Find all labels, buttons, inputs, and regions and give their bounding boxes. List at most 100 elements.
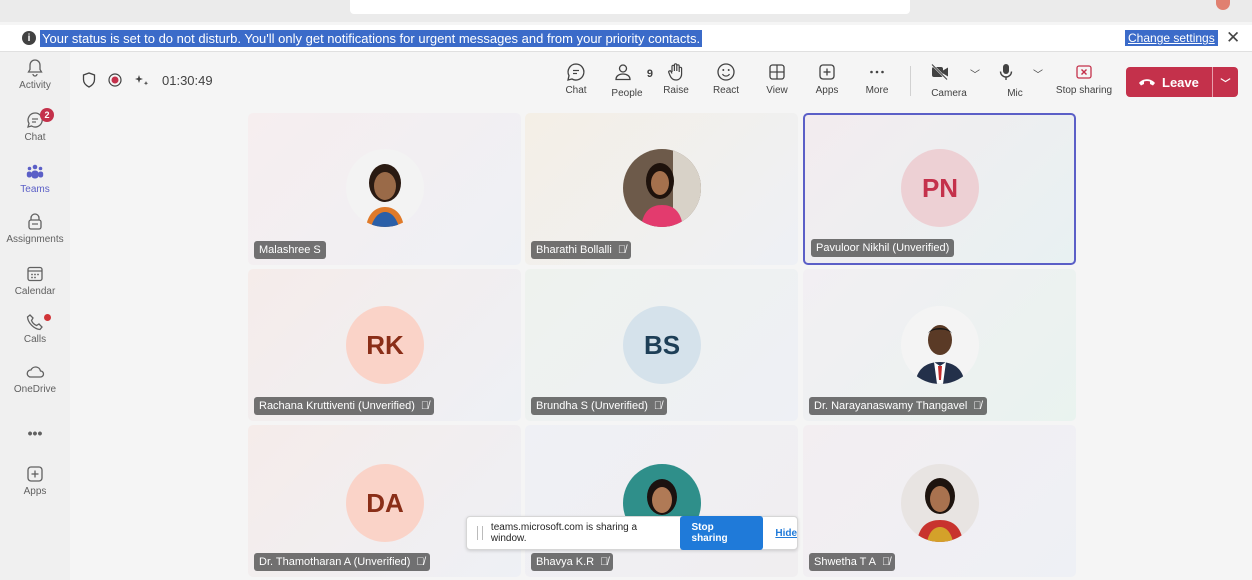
participant-photo xyxy=(901,464,979,542)
app-rail: Activity 2 Chat Teams Assignments Calend… xyxy=(0,52,70,580)
rail-item-assignments[interactable]: Assignments xyxy=(0,212,70,245)
stop-sharing-bar-button[interactable]: Stop sharing xyxy=(679,516,764,550)
more-button[interactable]: More xyxy=(851,62,903,96)
close-icon[interactable]: ✕ xyxy=(1226,28,1240,48)
rail-label: Apps xyxy=(23,486,47,497)
mic-muted-icon: 🎙̸ xyxy=(973,400,982,412)
meeting-timer: 01:30:49 xyxy=(162,72,213,88)
chat-button[interactable]: Chat xyxy=(550,62,602,96)
mic-muted-icon: 🎙̸ xyxy=(420,400,430,412)
rail-label: Chat xyxy=(24,132,46,143)
participant-tile[interactable]: DA Dr. Thamotharan A (Unverified) 🎙̸ xyxy=(248,425,521,577)
calls-notification-dot xyxy=(44,314,51,321)
mic-muted-icon: 🎙̸ xyxy=(617,244,627,256)
bell-icon xyxy=(27,59,43,77)
phone-icon xyxy=(26,314,43,331)
search-box[interactable] xyxy=(350,0,910,14)
participant-name-label: Brundha S (Unverified) 🎙̸ xyxy=(531,397,668,415)
participant-name: Bhavya K.R xyxy=(536,556,595,568)
react-button[interactable]: React xyxy=(700,62,752,96)
mic-muted-icon: 🎙̸ xyxy=(881,556,891,568)
rail-item-chat[interactable]: 2 Chat xyxy=(0,108,70,143)
rail-label: Teams xyxy=(20,184,50,195)
chat-label: Chat xyxy=(565,85,587,96)
participant-name: Shwetha T A xyxy=(814,556,876,568)
teams-icon xyxy=(26,164,44,179)
change-settings-link[interactable]: Change settings xyxy=(1125,30,1218,46)
effects-sparkle-icon[interactable] xyxy=(134,73,150,87)
sharing-message: teams.microsoft.com is sharing a window. xyxy=(490,522,638,544)
profile-avatar[interactable] xyxy=(1216,0,1230,10)
leave-label: Leave xyxy=(1162,74,1199,90)
chevron-down-icon[interactable]: ﹀ xyxy=(970,66,980,81)
rail-item-onedrive[interactable]: OneDrive xyxy=(0,362,70,395)
stop-sharing-button[interactable]: Stop sharing xyxy=(1054,62,1114,96)
leave-button[interactable]: Leave ﹀ xyxy=(1126,67,1238,97)
participant-photo xyxy=(901,306,979,384)
raise-label: Raise xyxy=(663,85,689,96)
rail-item-activity[interactable]: Activity xyxy=(0,58,70,91)
rail-label: Activity xyxy=(19,80,51,91)
participant-name-label: Dr. Thamotharan A (Unverified) 🎙̸ xyxy=(254,553,430,571)
rail-label: Calls xyxy=(23,334,47,345)
recording-icon[interactable] xyxy=(108,73,122,87)
shield-icon[interactable] xyxy=(82,72,96,88)
view-button[interactable]: View xyxy=(751,62,803,96)
apps-label: Apps xyxy=(815,85,839,96)
more-apps-button[interactable]: ••• xyxy=(0,425,70,441)
plus-box-icon xyxy=(819,64,835,80)
cloud-icon xyxy=(26,366,45,378)
camera-button[interactable]: ﹀ Camera xyxy=(918,62,980,99)
participant-name: Bharathi Bollalli xyxy=(536,244,612,256)
participant-name: Rachana Kruttiventi (Unverified) xyxy=(259,400,415,412)
mic-icon xyxy=(999,64,1013,80)
rail-item-calendar[interactable]: Calendar xyxy=(0,264,70,297)
chat-badge: 2 xyxy=(40,108,54,122)
smiley-icon xyxy=(717,63,735,81)
participant-initials-avatar: PN xyxy=(901,149,979,227)
mic-muted-icon: 🎙̸ xyxy=(600,556,609,568)
camera-label: Camera xyxy=(931,88,967,99)
participant-tile-speaking[interactable]: PN Pavuloor Nikhil (Unverified) xyxy=(803,113,1076,265)
participant-tile[interactable]: Bhavya K.R 🎙̸ xyxy=(525,425,798,577)
rail-item-teams[interactable]: Teams xyxy=(0,162,70,195)
rail-label: OneDrive xyxy=(13,384,57,395)
chevron-down-icon[interactable]: ﹀ xyxy=(1033,66,1043,81)
people-label: People xyxy=(611,88,643,99)
participant-name: Malashree S xyxy=(259,244,321,256)
rail-label: Assignments xyxy=(6,234,64,245)
react-label: React xyxy=(712,85,740,96)
hide-link[interactable]: Hide xyxy=(775,528,797,539)
participant-photo xyxy=(346,149,424,227)
drag-handle[interactable] xyxy=(477,526,483,540)
participant-tile[interactable]: Bharathi Bollalli 🎙̸ xyxy=(525,113,798,265)
raise-hand-button[interactable]: Raise xyxy=(650,62,702,96)
participant-tile[interactable]: Shwetha T A 🎙̸ xyxy=(803,425,1076,577)
toolbar-divider xyxy=(910,66,911,96)
participant-name: Dr. Narayanaswamy Thangavel xyxy=(814,400,968,412)
participant-name-label: Bharathi Bollalli 🎙̸ xyxy=(531,241,632,259)
mic-button[interactable]: ﹀ Mic xyxy=(987,62,1043,99)
rail-item-apps[interactable]: Apps xyxy=(0,464,70,497)
people-button[interactable]: 9 People xyxy=(601,62,653,99)
assignments-icon xyxy=(28,213,42,230)
hang-up-icon xyxy=(1139,79,1155,86)
participant-tile[interactable]: Malashree S xyxy=(248,113,521,265)
participant-name: Pavuloor Nikhil (Unverified) xyxy=(816,242,950,254)
participant-name-label: Rachana Kruttiventi (Unverified) 🎙̸ xyxy=(254,397,435,415)
mic-muted-icon: 🎙̸ xyxy=(653,400,663,412)
participant-name-label: Bhavya K.R 🎙̸ xyxy=(531,553,614,571)
dnd-banner: i Your status is set to do not disturb. … xyxy=(0,25,1252,52)
chat-icon xyxy=(567,63,585,81)
participant-photo xyxy=(623,149,701,227)
participant-tile[interactable]: Dr. Narayanaswamy Thangavel 🎙̸ xyxy=(803,269,1076,421)
participant-tile[interactable]: BS Brundha S (Unverified) 🎙̸ xyxy=(525,269,798,421)
participant-initials-avatar: DA xyxy=(346,464,424,542)
participant-tile[interactable]: RK Rachana Kruttiventi (Unverified) 🎙̸ xyxy=(248,269,521,421)
rail-item-calls[interactable]: Calls xyxy=(0,312,70,345)
view-label: View xyxy=(766,85,788,96)
apps-button[interactable]: Apps xyxy=(801,62,853,96)
leave-options-button[interactable]: ﹀ xyxy=(1212,67,1238,97)
more-label: More xyxy=(865,85,889,96)
participant-name-label: Dr. Narayanaswamy Thangavel 🎙̸ xyxy=(809,397,987,415)
